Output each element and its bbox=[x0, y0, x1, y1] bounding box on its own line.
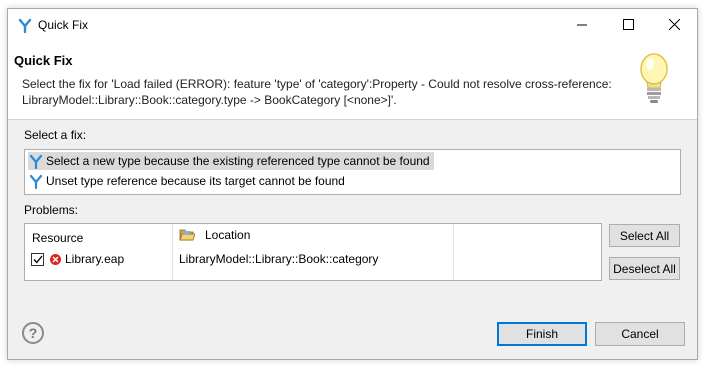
select-all-button[interactable]: Select All bbox=[609, 224, 680, 247]
row-location: LibraryModel::Library::Book::category bbox=[179, 252, 379, 266]
eclipse-fix-icon bbox=[29, 154, 43, 169]
dialog-header: Quick Fix Select the fix for 'Load faile… bbox=[8, 40, 697, 120]
deselect-all-button[interactable]: Deselect All bbox=[609, 257, 680, 280]
header-title: Quick Fix bbox=[14, 53, 73, 68]
title-bar: Quick Fix bbox=[8, 9, 697, 40]
folder-open-icon bbox=[179, 229, 195, 241]
fix-item-select-new-type[interactable]: Select a new type because the existing r… bbox=[28, 152, 434, 170]
fix-list: Select a new type because the existing r… bbox=[24, 149, 681, 195]
close-icon bbox=[668, 19, 680, 30]
lightbulb-icon bbox=[640, 53, 668, 103]
eclipse-fix-icon bbox=[29, 174, 43, 189]
column-header-location-label: Location bbox=[205, 228, 251, 242]
help-button[interactable]: ? bbox=[22, 322, 44, 344]
column-divider bbox=[172, 224, 173, 280]
checkmark-icon bbox=[33, 255, 43, 263]
column-header-resource[interactable]: Resource bbox=[32, 231, 83, 245]
finish-button[interactable]: Finish bbox=[497, 322, 587, 346]
column-divider bbox=[453, 224, 454, 280]
minimize-button[interactable] bbox=[559, 9, 605, 40]
maximize-icon bbox=[622, 19, 634, 30]
table-row[interactable]: Library.eap bbox=[31, 252, 124, 266]
select-fix-label: Select a fix: bbox=[24, 128, 87, 142]
window-title: Quick Fix bbox=[38, 18, 89, 32]
eclipse-app-icon bbox=[18, 18, 32, 33]
row-resource: Library.eap bbox=[65, 252, 125, 266]
fix-item-label: Select a new type because the existing r… bbox=[46, 154, 430, 168]
minimize-icon bbox=[577, 24, 587, 25]
fix-item-label: Unset type reference because its target … bbox=[46, 174, 345, 188]
column-header-location[interactable]: Location bbox=[179, 228, 250, 242]
fix-item-unset-type[interactable]: Unset type reference because its target … bbox=[28, 172, 349, 190]
quick-fix-dialog: Quick Fix Quick Fix Select the fix for '… bbox=[7, 8, 698, 360]
close-button[interactable] bbox=[651, 9, 697, 40]
problems-label: Problems: bbox=[24, 203, 79, 217]
header-message-line-2: LibraryModel::Library::Book::category.ty… bbox=[22, 93, 397, 107]
error-icon bbox=[50, 253, 61, 265]
header-message-line-1: Select the fix for 'Load failed (ERROR):… bbox=[22, 77, 612, 91]
maximize-button[interactable] bbox=[605, 9, 651, 40]
problems-table: Resource Location Library.eap LibraryMod… bbox=[24, 223, 602, 281]
row-checkbox[interactable] bbox=[31, 252, 44, 266]
cancel-button[interactable]: Cancel bbox=[595, 322, 685, 346]
header-message: Select the fix for 'Load failed (ERROR):… bbox=[22, 76, 622, 108]
